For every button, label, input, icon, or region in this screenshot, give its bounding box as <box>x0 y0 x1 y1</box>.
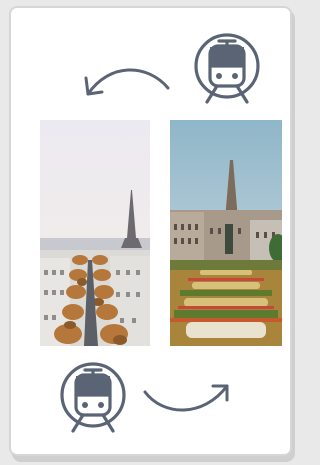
train-icon <box>60 362 126 433</box>
train-icon <box>194 33 260 104</box>
curved-arrow-right-icon <box>143 384 229 412</box>
curved-arrow-left-icon <box>84 68 170 96</box>
brussels-photo <box>170 120 282 346</box>
paris-photo <box>40 120 150 346</box>
